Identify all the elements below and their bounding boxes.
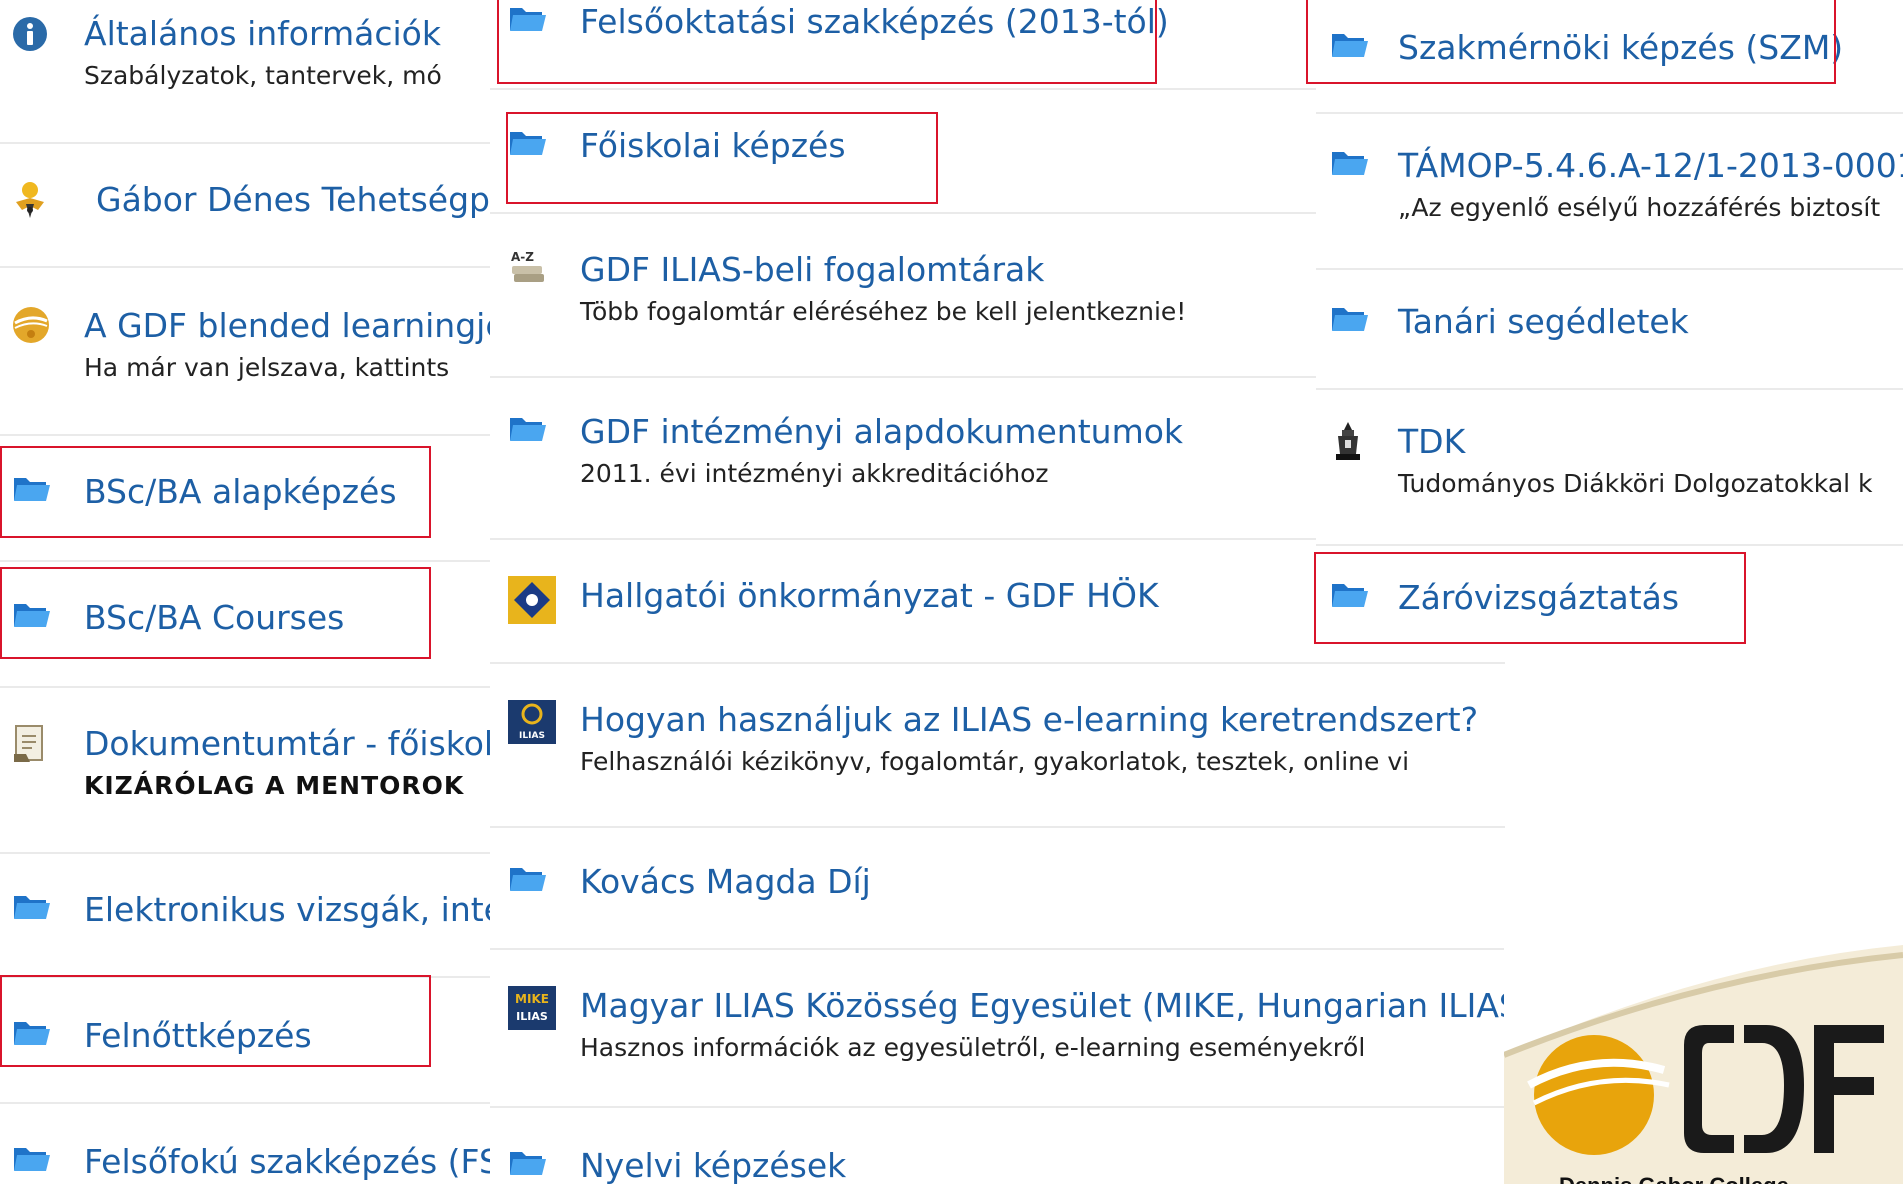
folder-icon [1330,578,1368,614]
hok-icon [508,576,556,624]
item-title-tamop[interactable]: TÁMOP-5.4.6.A-12/1-2013-0001 [1398,146,1903,186]
ilias-icon-text: ILIAS [519,731,545,741]
item-description: Hasznos információk az egyesületről, e-l… [580,1033,1366,1062]
glossary-icon-text: A-Z [511,250,534,264]
list-item[interactable]: Felsőfokú szakképzés (FS [0,1142,500,1184]
folder-icon [508,412,546,448]
list-item[interactable]: Gábor Dénes Tehetségpo [0,180,500,230]
gdf-sphere-icon [12,306,49,343]
divider [490,662,1505,664]
divider [0,852,500,854]
divider [1316,388,1903,390]
item-description: Tudományos Diákköri Dolgozatokkal k [1398,469,1873,498]
divider [0,976,500,978]
list-item[interactable]: Általános információk Szabályzatok, tant… [0,14,500,104]
item-description: KIZÁRÓLAG A MENTOROK [84,771,465,800]
divider [0,686,500,688]
tdk-icon [1330,420,1366,460]
list-item[interactable]: Felnőttképzés [0,1016,500,1058]
list-item[interactable]: Elektronikus vizsgák, inter [0,890,500,932]
folder-icon [12,598,50,634]
item-title-final-exams[interactable]: Záróvizsgáztatás [1398,578,1679,618]
list-item[interactable]: TDK Tudományos Diákköri Dolgozatokkal k [1316,422,1903,512]
item-title-document-store[interactable]: Dokumentumtár - főiskola [84,724,500,764]
divider [0,434,500,436]
item-description: Több fogalomtár eléréséhez be kell jelen… [580,297,1187,326]
item-title-tdk[interactable]: TDK [1398,422,1465,462]
divider [0,560,500,562]
item-title-mike[interactable]: Magyar ILIAS Közösség Egyesület (MIKE, H… [580,986,1505,1026]
divider [1316,112,1903,114]
item-title-kovacs-magda[interactable]: Kovács Magda Díj [580,862,871,902]
item-description: 2011. évi intézményi akkreditációhoz [580,459,1049,488]
folder-icon [508,2,546,38]
list-item[interactable]: Kovács Magda Díj [490,862,1505,904]
item-title-student-union[interactable]: Hallgatói önkormányzat - GDF HÖK [580,576,1159,616]
item-title-teacher-resources[interactable]: Tanári segédletek [1398,302,1689,342]
item-title-language-courses[interactable]: Nyelvi képzések [580,1146,846,1184]
folder-icon [12,1142,50,1178]
item-title-higher-vocational[interactable]: Felsőfokú szakképzés (FS [84,1142,500,1182]
logo-text: Dennis Gabor College [1559,1173,1789,1184]
gdf-logo: Dennis Gabor College [1504,935,1903,1184]
item-title-college-education[interactable]: Főiskolai képzés [580,126,846,166]
list-item[interactable]: MIKE ILIAS Magyar ILIAS Közösség Egyesüle… [490,986,1505,1076]
folder-icon [12,1016,50,1052]
divider [0,1102,500,1104]
divider [490,1106,1505,1108]
info-icon [12,16,48,52]
folder-icon [12,472,50,508]
folder-icon [508,1146,546,1182]
list-item[interactable]: Tanári segédletek [1316,302,1903,344]
item-title-how-to-ilias[interactable]: Hogyan használjuk az ILIAS e-learning ke… [580,700,1478,740]
ilias-icon: ILIAS [508,700,556,744]
folder-icon [508,126,546,162]
item-description: Szabályzatok, tantervek, mó [84,61,442,90]
item-title-talent[interactable]: Gábor Dénes Tehetségpo [96,180,500,220]
item-title-higher-ed-vocational-2013[interactable]: Felsőoktatási szakképzés (2013-tól) [580,2,1169,42]
item-title-institutional-docs[interactable]: GDF intézményi alapdokumentumok [580,412,1183,452]
item-title-blended[interactable]: A GDF blended learningjé [84,306,500,346]
item-description: „Az egyenlő esélyű hozzáférés biztosít [1398,193,1881,222]
divider [1316,268,1903,270]
divider [0,266,500,268]
item-title-bsc-ba-courses[interactable]: BSc/BA Courses [84,598,344,638]
folder-icon [1330,302,1368,338]
folder-icon [1330,146,1368,182]
list-item[interactable]: A GDF blended learningjé Ha már van jels… [0,306,500,396]
item-title-specialist-engineer[interactable]: Szakmérnöki képzés (SZM) [1398,28,1843,68]
mike-icon-text: MIKE [515,992,549,1006]
award-icon [12,180,48,218]
list-item[interactable]: Dokumentumtár - főiskola KIZÁRÓLAG A MEN… [0,724,500,814]
list-item[interactable]: Záróvizsgáztatás [1316,578,1903,620]
document-icon [12,724,48,762]
divider [1316,544,1903,546]
mike-icon: MIKE ILIAS [508,986,556,1030]
item-description: Felhasználói kézikönyv, fogalomtár, gyak… [580,747,1410,776]
right-column: Szakmérnöki képzés (SZM) TÁMOP-5.4.6.A-1… [1316,0,1903,660]
folder-icon [12,890,50,926]
folder-icon [508,862,546,898]
list-item[interactable]: BSc/BA Courses [0,598,500,640]
item-title-bsc-ba[interactable]: BSc/BA alapképzés [84,472,397,512]
list-item[interactable]: Nyelvi képzések [490,1146,1505,1184]
left-column: Általános információk Szabályzatok, tant… [0,0,500,1184]
glossary-icon: A-Z [508,248,544,284]
item-title-electronic-exams[interactable]: Elektronikus vizsgák, inter [84,890,500,930]
mike-icon-subtext: ILIAS [516,1010,548,1023]
item-title-adult-education[interactable]: Felnőttképzés [84,1016,312,1056]
list-item[interactable]: BSc/BA alapképzés [0,472,500,514]
item-title-glossaries[interactable]: GDF ILIAS-beli fogalomtárak [580,250,1044,290]
item-description: Ha már van jelszava, kattints [84,353,450,382]
item-title-general-info[interactable]: Általános információk [84,14,441,54]
folder-icon [1330,28,1368,64]
list-item[interactable]: Szakmérnöki képzés (SZM) [1316,28,1903,70]
divider [490,948,1505,950]
list-item[interactable]: TÁMOP-5.4.6.A-12/1-2013-0001 „Az egyenlő… [1316,146,1903,236]
divider [0,142,500,144]
list-item[interactable]: ILIAS Hogyan használjuk az ILIAS e-learn… [490,700,1505,790]
divider [490,826,1505,828]
